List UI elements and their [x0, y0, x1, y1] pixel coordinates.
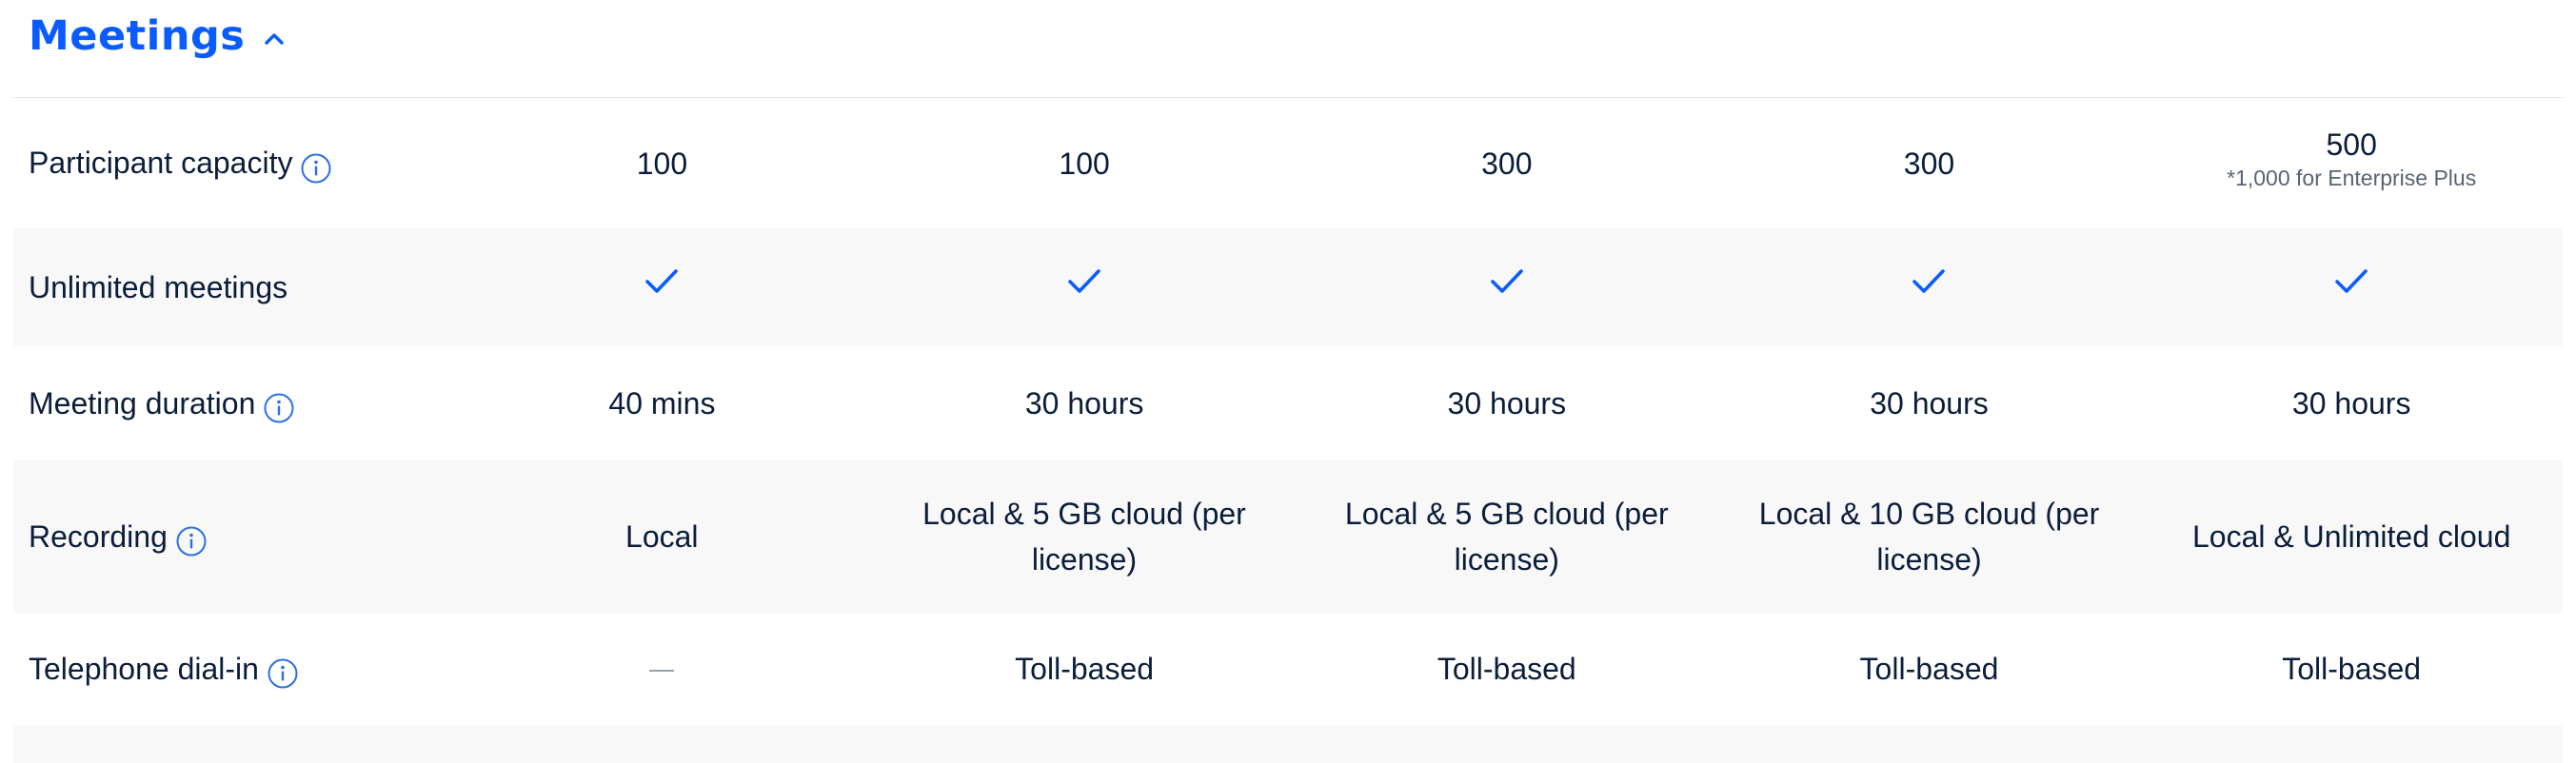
table-cell: Toll-based: [1859, 652, 1999, 686]
section-title: Meetings: [29, 12, 246, 60]
row-label: Telephone dial-in: [13, 648, 451, 690]
table-cell: [1718, 264, 2141, 310]
table-cell: Local & 5 GB cloud (per license): [922, 497, 1246, 577]
row-label: Participant capacity: [13, 143, 451, 185]
chevron-up-icon: [265, 33, 285, 45]
table-cell: [451, 264, 874, 310]
checkmark-icon: [645, 269, 679, 293]
table-cell: 30 hours: [1024, 386, 1144, 421]
table-cell: 30 hours: [2291, 386, 2411, 421]
table-cell: [2140, 264, 2563, 310]
row-label-text: Recording: [29, 518, 168, 554]
table-row: Participant capacity 100 100 300 300 500…: [13, 98, 2563, 228]
table-row: Telephone dial-in Toll-based Toll-based …: [13, 613, 2563, 725]
table-cell: [873, 264, 1296, 310]
dash-icon: [649, 669, 675, 672]
info-icon[interactable]: [300, 152, 332, 185]
table-cell: Toll-based: [1015, 652, 1155, 686]
table-cell: [451, 645, 874, 691]
table-cell: Local & 10 GB cloud (per license): [1758, 497, 2100, 577]
checkmark-icon: [1068, 269, 1100, 293]
table-cell: 40 mins: [608, 386, 716, 421]
checkmark-icon: [1490, 269, 1523, 293]
row-label-text: Unlimited meetings: [29, 269, 288, 304]
row-label-text: Participant capacity: [29, 146, 293, 180]
table-row: Unlimited meetings: [13, 228, 2563, 346]
table-row: [13, 725, 2563, 763]
row-label-text: Telephone dial-in: [29, 651, 259, 686]
table-cell: 30 hours: [1447, 386, 1567, 421]
info-icon[interactable]: [267, 657, 299, 690]
row-label-text: Meeting duration: [29, 385, 256, 421]
table-cell: Toll-based: [1437, 652, 1576, 686]
checkmark-icon: [2335, 269, 2368, 293]
table-cell: 100: [636, 146, 688, 181]
info-icon[interactable]: [175, 525, 208, 558]
table-cell: [1296, 264, 1718, 310]
table-cell: Local & Unlimited cloud: [2192, 519, 2511, 554]
table-row: Meeting duration 40 mins 30 hours 30 hou…: [13, 346, 2563, 460]
row-label: Recording: [13, 516, 450, 558]
table-cell: Local & 5 GB cloud (per license): [1344, 497, 1669, 577]
checkmark-icon: [1912, 269, 1946, 293]
info-icon[interactable]: [263, 392, 295, 424]
table-cell: 300: [1903, 146, 1955, 181]
meetings-comparison-table: Participant capacity 100 100 300 300 500…: [13, 98, 2563, 763]
enterprise-plus-note: *1,000 for Enterprise Plus: [2227, 165, 2477, 190]
row-label: Meeting duration: [13, 382, 451, 424]
table-cell: 500 *1,000 for Enterprise Plus: [2140, 125, 2563, 191]
row-label: Unlimited meetings: [13, 270, 451, 305]
table-cell: 100: [1059, 146, 1110, 181]
table-cell: Local: [625, 519, 699, 554]
table-cell: 300: [1481, 146, 1533, 181]
table-cell: Toll-based: [2282, 652, 2422, 686]
table-row: Recording Local Local & 5 GB cloud (per …: [13, 460, 2563, 613]
table-cell: 30 hours: [1870, 386, 1989, 421]
meetings-section-toggle[interactable]: Meetings: [29, 0, 287, 72]
